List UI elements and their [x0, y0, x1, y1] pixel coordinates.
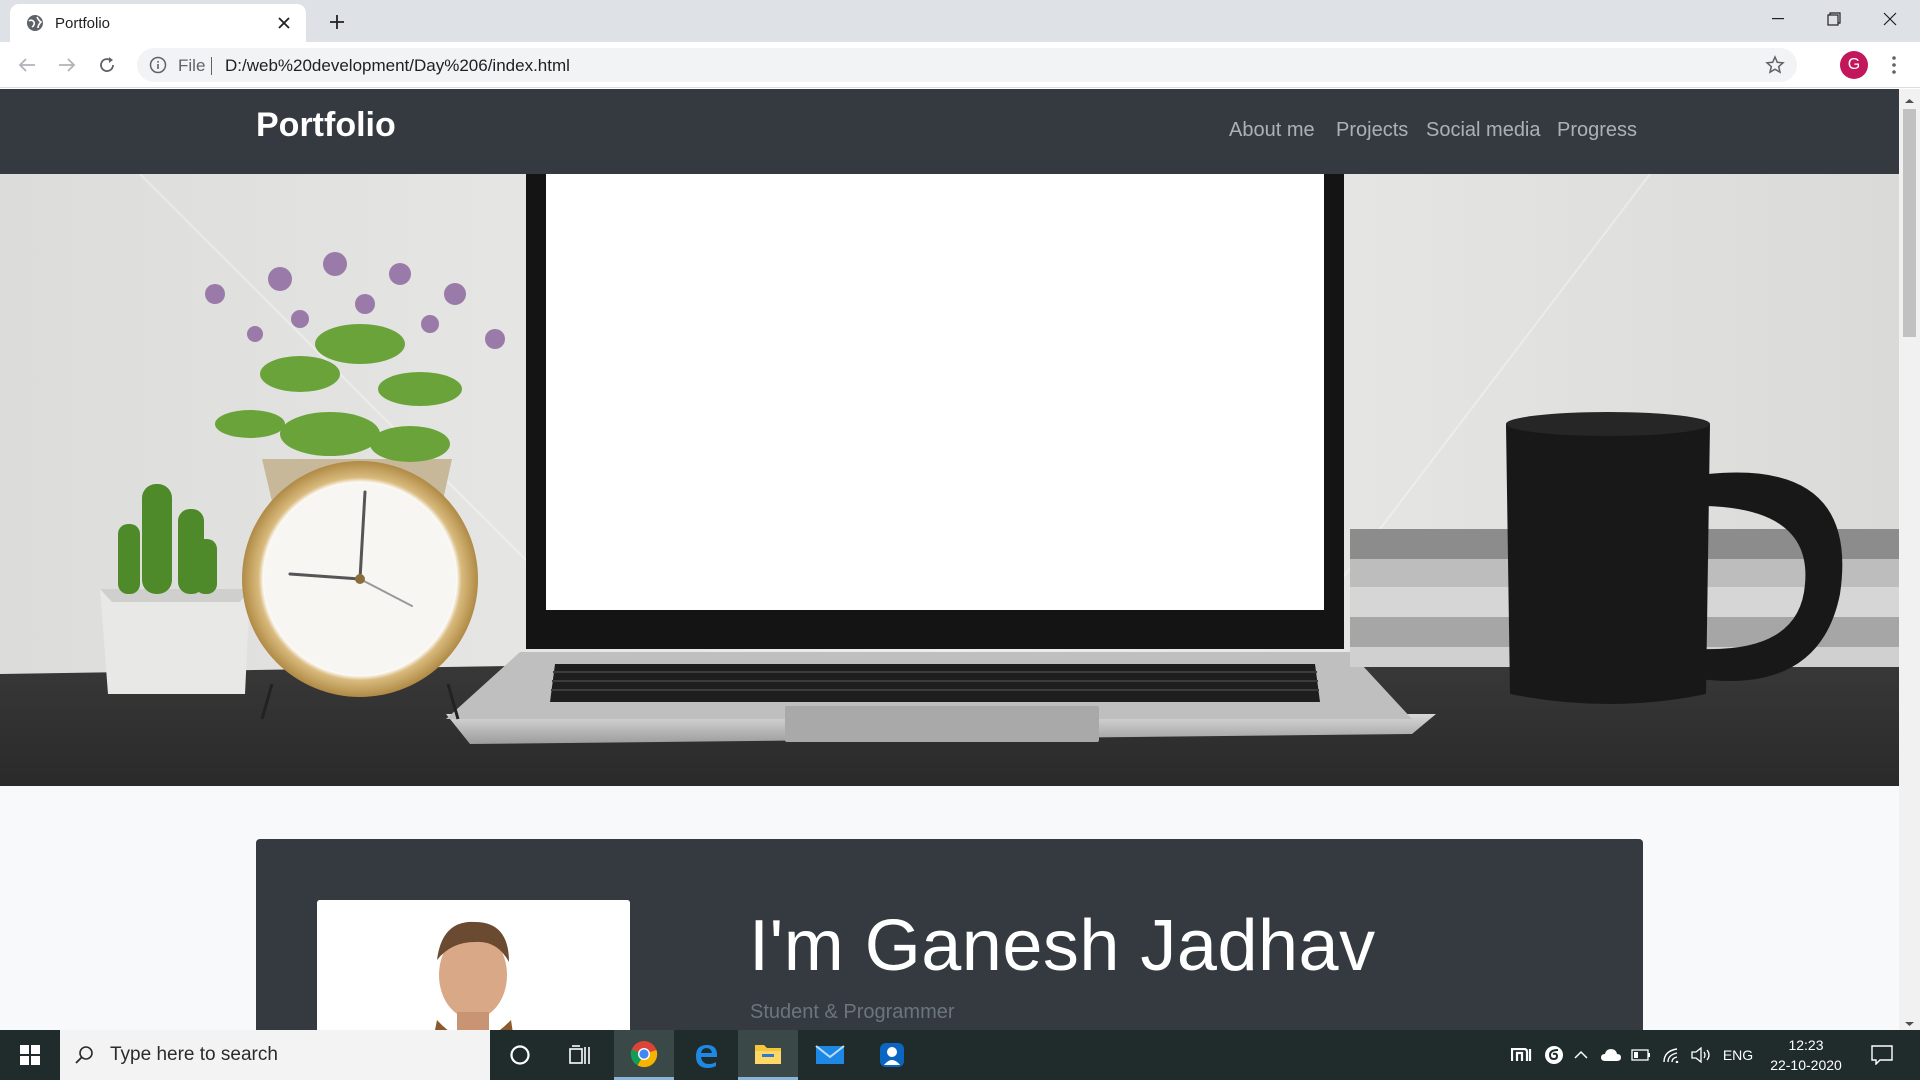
scroll-up-icon[interactable] [1903, 93, 1916, 103]
browser-tab-strip: Portfolio [0, 0, 1920, 42]
profile-avatar[interactable]: G [1840, 51, 1868, 79]
onedrive-icon[interactable] [1596, 1030, 1626, 1080]
taskbar-search-box[interactable]: Type here to search [60, 1030, 490, 1080]
wifi-icon[interactable] [1658, 1030, 1686, 1080]
new-tab-button[interactable] [324, 9, 350, 35]
search-placeholder: Type here to search [110, 1044, 278, 1065]
globe-icon [26, 14, 44, 32]
address-url[interactable]: D:/web%20development/Day%206/index.html [225, 56, 570, 76]
browser-toolbar: File D:/web%20development/Day%206/index.… [0, 42, 1920, 88]
edge-icon[interactable] [676, 1030, 736, 1080]
address-divider [211, 57, 212, 75]
taskbar-clock[interactable]: 12:23 22-10-2020 [1756, 1035, 1856, 1075]
star-icon[interactable] [1765, 55, 1785, 75]
info-icon[interactable] [149, 56, 167, 74]
reload-button[interactable] [92, 50, 122, 80]
forward-button[interactable] [52, 50, 82, 80]
more-menu-icon[interactable] [1884, 52, 1904, 78]
hero-image [0, 174, 1899, 786]
volume-icon[interactable] [1688, 1030, 1716, 1080]
mi-icon[interactable] [1505, 1030, 1539, 1080]
notification-icon[interactable] [1862, 1030, 1902, 1080]
taskbar: Type here to search ENG 12:23 22-10-2020 [0, 1030, 1920, 1080]
user-app-icon[interactable] [862, 1030, 922, 1080]
sync-app-icon[interactable] [1539, 1030, 1569, 1080]
scroll-thumb[interactable] [1903, 109, 1916, 337]
nav-social-media[interactable]: Social media [1426, 119, 1541, 142]
language-indicator[interactable]: ENG [1718, 1030, 1758, 1080]
battery-icon[interactable] [1628, 1030, 1654, 1080]
restore-button[interactable] [1806, 0, 1862, 38]
file-explorer-icon[interactable] [738, 1030, 798, 1080]
about-heading: I'm Ganesh Jadhav [749, 906, 1376, 986]
clock-time: 12:23 [1788, 1037, 1824, 1053]
nav-progress[interactable]: Progress [1557, 119, 1637, 142]
search-icon [74, 1045, 94, 1065]
close-icon[interactable] [274, 13, 294, 33]
address-bar[interactable]: File D:/web%20development/Day%206/index.… [137, 48, 1797, 82]
page-scrollbar[interactable] [1899, 89, 1920, 1030]
scroll-down-icon[interactable] [1903, 1016, 1916, 1026]
chevron-up-icon[interactable] [1569, 1030, 1593, 1080]
windows-start-icon[interactable] [0, 1030, 60, 1080]
chrome-icon[interactable] [614, 1030, 674, 1080]
tab-title: Portfolio [55, 15, 111, 32]
close-window-button[interactable] [1862, 0, 1918, 38]
nav-projects[interactable]: Projects [1336, 119, 1408, 142]
address-scheme: File [178, 56, 206, 75]
back-button[interactable] [12, 50, 42, 80]
mail-icon[interactable] [800, 1030, 860, 1080]
page-viewport[interactable]: Portfolio About me Projects Social media… [0, 89, 1920, 1030]
nav-about-me[interactable]: About me [1229, 119, 1315, 142]
task-view-icon[interactable] [550, 1030, 610, 1080]
site-navbar: Portfolio About me Projects Social media… [0, 89, 1899, 174]
about-card: I'm Ganesh Jadhav Student & Programmer [256, 839, 1643, 1030]
cortana-icon[interactable] [490, 1030, 550, 1080]
browser-tab[interactable]: Portfolio [10, 4, 306, 42]
profile-photo [317, 900, 630, 1030]
minimize-button[interactable] [1750, 0, 1806, 38]
site-brand[interactable]: Portfolio [256, 106, 396, 145]
about-subtitle: Student & Programmer [750, 1001, 955, 1023]
clock-date: 22-10-2020 [1770, 1057, 1842, 1073]
